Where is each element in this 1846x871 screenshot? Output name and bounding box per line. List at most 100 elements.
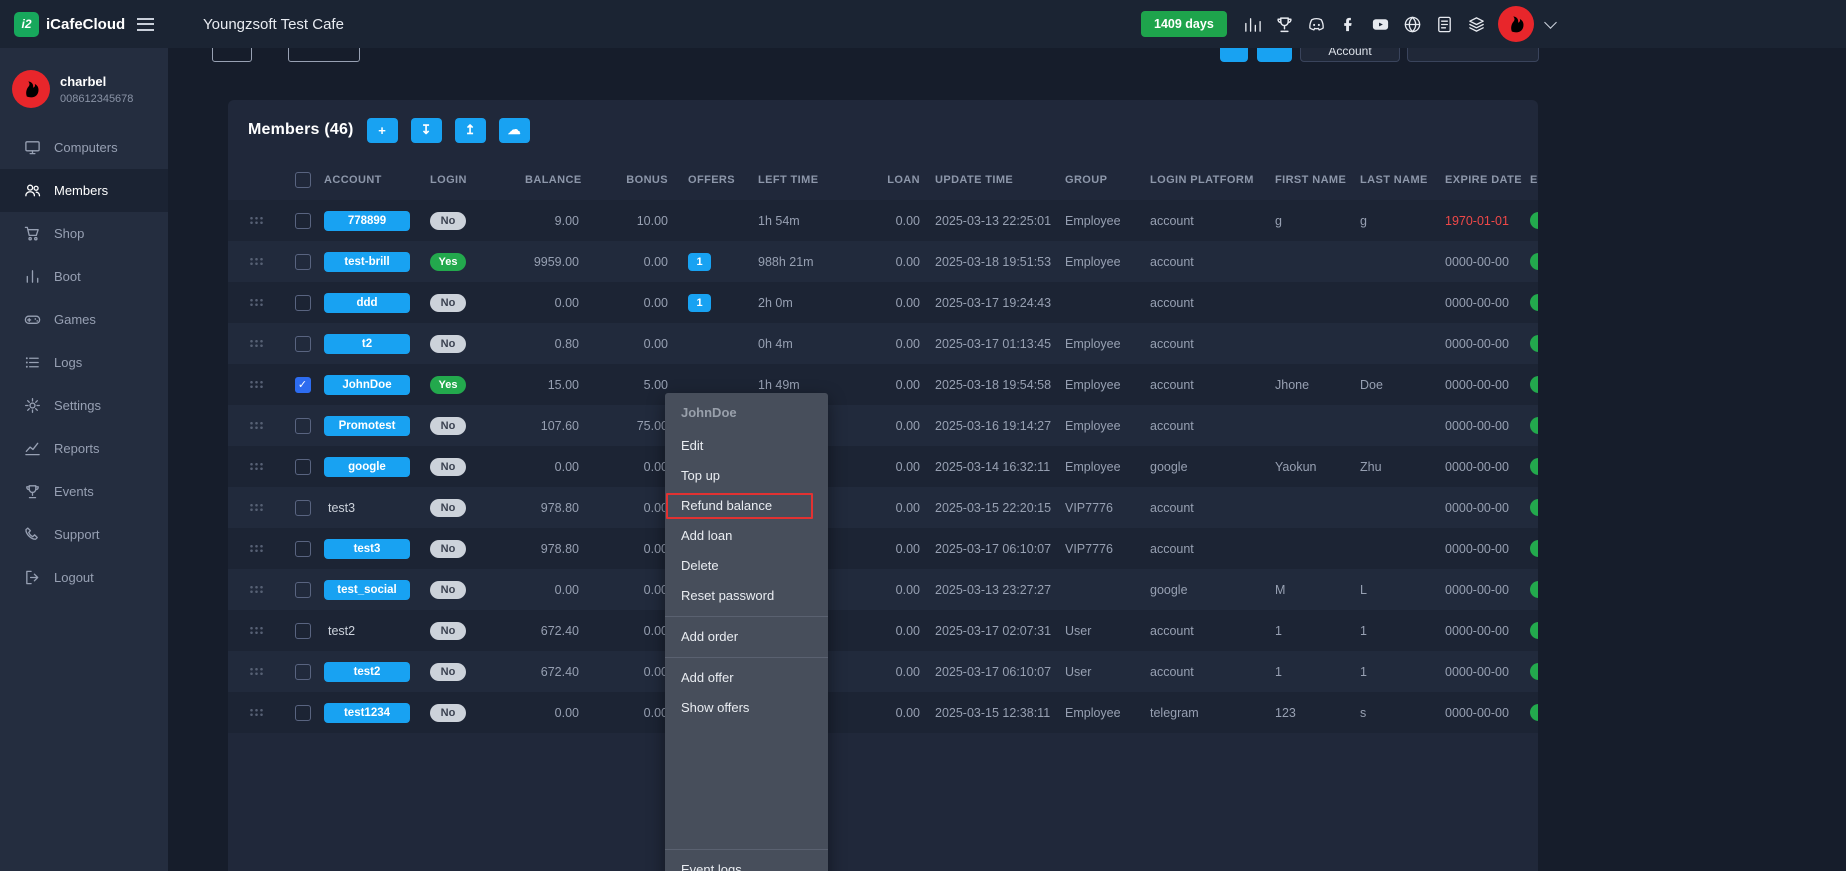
row-checkbox[interactable] <box>295 623 311 639</box>
col-header-bonus[interactable]: BONUS <box>585 160 672 200</box>
sidebar-item-games[interactable]: Games <box>0 298 168 341</box>
app-logo[interactable]: i2 iCafeCloud <box>0 0 168 48</box>
sidebar-item-members[interactable]: Members <box>0 169 168 212</box>
account-badge[interactable]: t2 <box>324 334 410 354</box>
col-header-first-name[interactable]: FIRST NAME <box>1270 160 1355 200</box>
account-badge[interactable]: test-brill <box>324 252 410 272</box>
drag-handle-icon[interactable] <box>249 339 264 348</box>
stats-icon[interactable] <box>1243 15 1262 34</box>
discord-icon[interactable] <box>1307 15 1326 34</box>
member-row-t2[interactable]: t2No0.800.000h 4m0.002025-03-17 01:13:45… <box>228 323 1538 364</box>
menu-item-add-offer[interactable]: Add offer <box>665 663 828 693</box>
row-checkbox[interactable] <box>295 213 311 229</box>
layers-icon[interactable] <box>1467 15 1486 34</box>
drag-handle-icon[interactable] <box>249 462 264 471</box>
row-checkbox[interactable] <box>295 500 311 516</box>
trophy-icon[interactable] <box>1275 15 1294 34</box>
sidebar-item-events[interactable]: Events <box>0 470 168 513</box>
chevron-down-icon[interactable] <box>1544 16 1557 29</box>
member-row-johndoe[interactable]: ✓JohnDoeYes15.005.001h 49m0.002025-03-18… <box>228 364 1538 405</box>
row-checkbox[interactable] <box>295 664 311 680</box>
row-checkbox[interactable] <box>295 459 311 475</box>
account-badge[interactable]: test2 <box>324 662 410 682</box>
sidebar-item-support[interactable]: Support <box>0 513 168 556</box>
drag-handle-icon[interactable] <box>249 298 264 307</box>
subscription-days-badge[interactable]: 1409 days <box>1141 11 1227 37</box>
member-row-test1234[interactable]: test1234No0.000.000.002025-03-15 12:38:1… <box>228 692 1538 733</box>
drag-handle-icon[interactable] <box>249 421 264 430</box>
sidebar-item-logout[interactable]: Logout <box>0 556 168 599</box>
member-row-ddd[interactable]: dddNo0.000.0012h 0m0.002025-03-17 19:24:… <box>228 282 1538 323</box>
col-header-expire-date[interactable]: EXPIRE DATE <box>1440 160 1528 200</box>
col-header-account[interactable]: ACCOUNT <box>320 160 426 200</box>
member-row-test-brill[interactable]: test-brillYes9959.000.001988h 21m0.00202… <box>228 241 1538 282</box>
sidebar-user[interactable]: charbel 008612345678 <box>0 48 168 126</box>
col-header-group[interactable]: GROUP <box>1060 160 1145 200</box>
member-row-test3[interactable]: test3No978.800.000.002025-03-17 06:10:07… <box>228 528 1538 569</box>
drag-handle-icon[interactable] <box>249 257 264 266</box>
sidebar-item-computers[interactable]: Computers <box>0 126 168 169</box>
globe-icon[interactable] <box>1403 15 1422 34</box>
menu-item-reset-password[interactable]: Reset password <box>665 581 828 611</box>
sidebar-item-logs[interactable]: Logs <box>0 341 168 384</box>
member-row-test2[interactable]: test2No672.400.000.002025-03-17 02:07:31… <box>228 610 1538 651</box>
account-badge[interactable]: JohnDoe <box>324 375 410 395</box>
menu-item-add-loan[interactable]: Add loan <box>665 521 828 551</box>
invoice-icon[interactable] <box>1435 15 1454 34</box>
row-checkbox[interactable] <box>295 295 311 311</box>
col-header-last-name[interactable]: LAST NAME <box>1355 160 1440 200</box>
menu-toggle-icon[interactable] <box>137 18 154 31</box>
account-badge[interactable]: google <box>324 457 410 477</box>
drag-handle-icon[interactable] <box>249 585 264 594</box>
row-checkbox[interactable] <box>295 705 311 721</box>
row-checkbox[interactable] <box>295 336 311 352</box>
account-badge[interactable]: 778899 <box>324 211 410 231</box>
member-row-778899[interactable]: 778899No9.0010.001h 54m0.002025-03-13 22… <box>228 200 1538 241</box>
menu-item-refund-balance[interactable]: Refund balance <box>665 491 828 521</box>
row-checkbox[interactable] <box>295 541 311 557</box>
row-checkbox[interactable]: ✓ <box>295 377 311 393</box>
clipped-blue-button[interactable] <box>1257 48 1292 62</box>
col-header-update-time[interactable]: UPDATE TIME <box>924 160 1060 200</box>
clipped-blue-button[interactable] <box>1220 48 1248 62</box>
sidebar-item-boot[interactable]: Boot <box>0 255 168 298</box>
drag-handle-icon[interactable] <box>249 708 264 717</box>
col-header-loan[interactable]: LOAN <box>884 160 924 200</box>
member-row-promotest[interactable]: PromotestNo107.6075.000.002025-03-16 19:… <box>228 405 1538 446</box>
drag-handle-icon[interactable] <box>249 380 264 389</box>
drag-handle-icon[interactable] <box>249 626 264 635</box>
row-checkbox[interactable] <box>295 254 311 270</box>
export-members-button[interactable]: ↧ <box>411 118 442 143</box>
youtube-icon[interactable] <box>1371 15 1390 34</box>
menu-item-top-up[interactable]: Top up <box>665 461 828 491</box>
sidebar-item-shop[interactable]: Shop <box>0 212 168 255</box>
select-all-checkbox[interactable] <box>295 172 311 188</box>
add-member-button[interactable]: + <box>367 118 398 143</box>
account-text[interactable]: test3 <box>328 501 355 515</box>
account-badge[interactable]: test_social <box>324 580 410 600</box>
user-avatar[interactable] <box>1498 6 1534 42</box>
drag-handle-icon[interactable] <box>249 216 264 225</box>
drag-handle-icon[interactable] <box>249 544 264 553</box>
member-row-google[interactable]: googleNo0.000.000.002025-03-14 16:32:11E… <box>228 446 1538 487</box>
menu-item-edit[interactable]: Edit <box>665 431 828 461</box>
account-badge[interactable]: test1234 <box>324 703 410 723</box>
col-header-offers[interactable]: OFFERS <box>672 160 754 200</box>
offers-badge[interactable]: 1 <box>688 294 711 312</box>
col-header-login-platform[interactable]: LOGIN PLATFORM <box>1145 160 1270 200</box>
menu-item-delete[interactable]: Delete <box>665 551 828 581</box>
account-badge[interactable]: test3 <box>324 539 410 559</box>
import-members-button[interactable]: ↥ <box>455 118 486 143</box>
account-text[interactable]: test2 <box>328 624 355 638</box>
row-checkbox[interactable] <box>295 418 311 434</box>
account-badge[interactable]: Promotest <box>324 416 410 436</box>
drag-handle-icon[interactable] <box>249 503 264 512</box>
menu-item-add-order[interactable]: Add order <box>665 622 828 652</box>
clipped-filter-box[interactable] <box>212 48 252 62</box>
sidebar-item-settings[interactable]: Settings <box>0 384 168 427</box>
menu-item-show-offers[interactable]: Show offers <box>665 693 828 723</box>
col-header-e[interactable]: E <box>1528 160 1538 200</box>
sidebar-item-reports[interactable]: Reports <box>0 427 168 470</box>
offers-badge[interactable]: 1 <box>688 253 711 271</box>
filter-select[interactable] <box>1407 48 1539 62</box>
